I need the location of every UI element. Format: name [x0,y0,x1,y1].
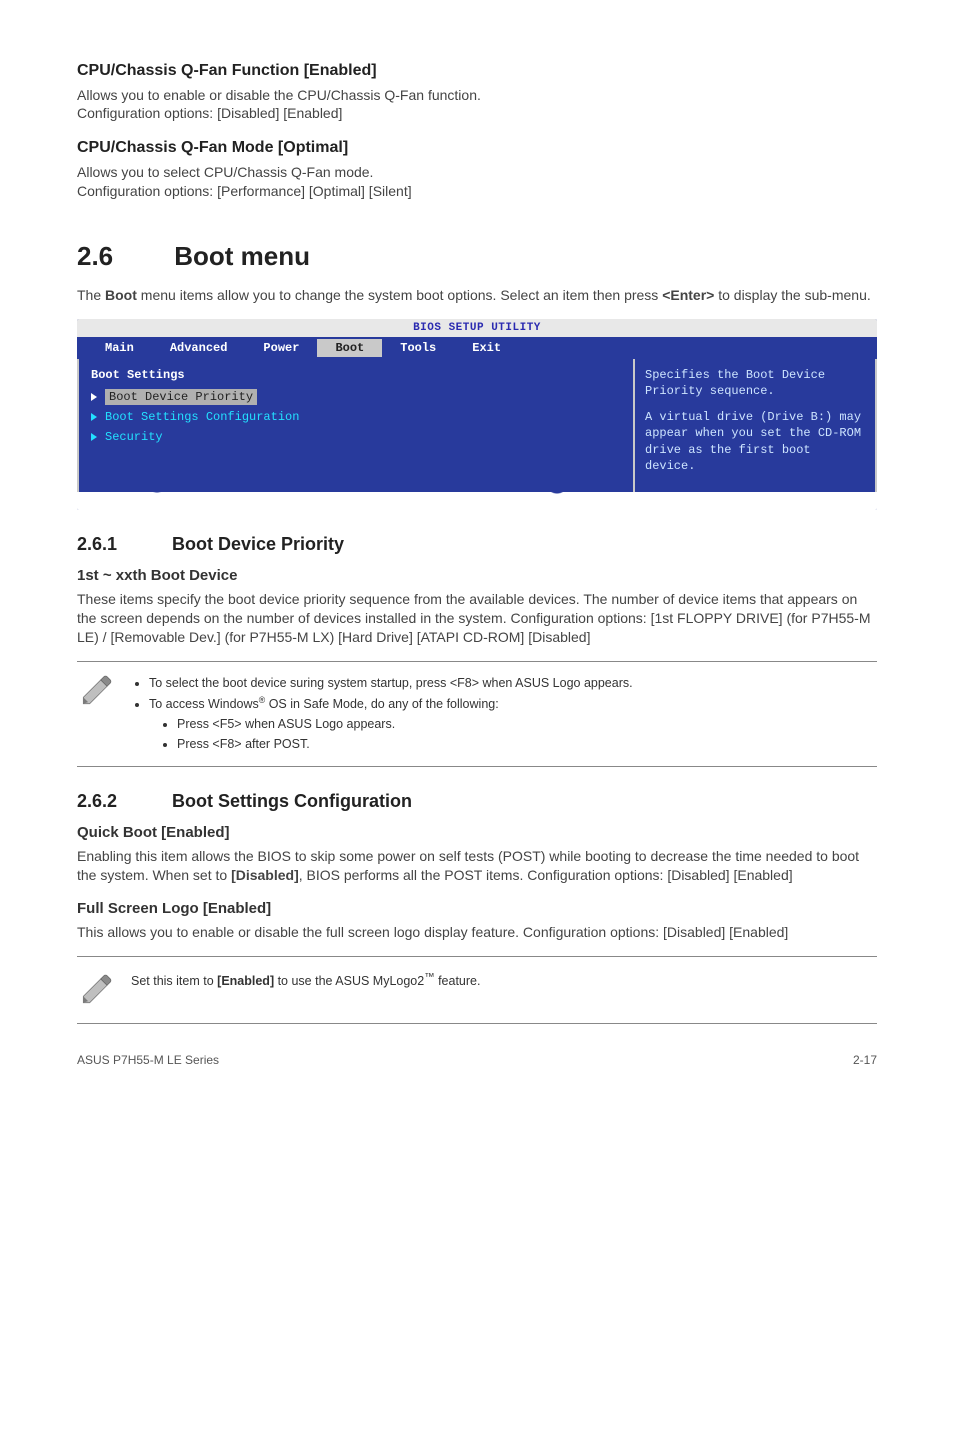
t-bold: [Disabled] [231,867,299,883]
section-number: 2.6.1 [77,532,167,556]
t-bold: Boot [105,287,137,303]
section-number: 2.6.2 [77,789,167,813]
bios-left-pane: Boot Settings Boot Device Priority Boot S… [79,359,635,492]
text-boot-device: These items specify the boot device prio… [77,590,877,647]
bios-item: Boot Settings Configuration [91,409,621,425]
bios-menu-tools: Tools [382,339,454,357]
trademark-icon: ™ [424,972,434,983]
t: OS in Safe Mode, do any of the following… [265,697,498,711]
footer-right: 2-17 [853,1052,877,1068]
t: to display the sub-menu. [714,287,870,303]
bios-left-heading: Boot Settings [91,367,621,383]
note-block-1: To select the boot device suring system … [77,661,877,767]
line: Allows you to select CPU/Chassis Q-Fan m… [77,164,373,180]
chevron-right-icon [91,413,97,421]
chevron-right-icon [91,433,97,441]
footer-left: ASUS P7H55-M LE Series [77,1052,219,1068]
note-text: To select the boot device suring system … [131,672,877,756]
bios-item: Boot Device Priority [91,389,621,405]
t-key: <Enter> [662,287,714,303]
section-2-6-intro: The Boot menu items allow you to change … [77,286,877,305]
heading-boot-device: 1st ~ xxth Boot Device [77,566,877,586]
note-bullet: To select the boot device suring system … [149,675,877,692]
note-text: Set this item to [Enabled] to use the AS… [131,971,877,990]
note-sub-bullet: Press <F8> after POST. [177,736,877,753]
t: Set this item to [131,974,217,988]
section-title: Boot Device Priority [172,534,344,554]
section-2-6-heading: 2.6 Boot menu [77,239,877,274]
note-block-2: Set this item to [Enabled] to use the AS… [77,956,877,1024]
t: feature. [435,974,481,988]
bios-screenshot: BIOS SETUP UTILITY MainAdvancedPowerBoot… [77,319,877,510]
section-title: Boot menu [174,241,310,271]
bios-item-label: Boot Settings Configuration [105,409,299,425]
section-number: 2.6 [77,239,167,274]
t: The [77,287,105,303]
heading-quick-boot: Quick Boot [Enabled] [77,823,877,843]
text-qfan-mode: Allows you to select CPU/Chassis Q-Fan m… [77,163,877,201]
bios-item-label: Security [105,429,163,445]
bios-menu-exit: Exit [454,339,519,357]
line: Configuration options: [Performance] [Op… [77,183,412,199]
text-quick-boot: Enabling this item allows the BIOS to sk… [77,847,877,885]
text-qfan-function: Allows you to enable or disable the CPU/… [77,86,877,124]
bios-title: BIOS SETUP UTILITY [77,319,877,337]
line: Configuration options: [Disabled] [Enabl… [77,105,342,121]
note-sub-bullet: Press <F5> when ASUS Logo appears. [177,716,877,733]
heading-full-screen-logo: Full Screen Logo [Enabled] [77,899,877,919]
bios-item-label: Boot Device Priority [105,389,257,405]
section-title: Boot Settings Configuration [172,791,412,811]
bios-menu-boot: Boot [317,339,382,357]
heading-qfan-mode: CPU/Chassis Q-Fan Mode [Optimal] [77,137,877,159]
note-bullet: To access Windows® OS in Safe Mode, do a… [149,695,877,753]
bios-help-1: Specifies the Boot Device Priority seque… [645,367,865,399]
bios-right-pane: Specifies the Boot Device Priority seque… [635,359,875,492]
line: Allows you to enable or disable the CPU/… [77,87,481,103]
t: menu items allow you to change the syste… [137,287,662,303]
bios-item: Security [91,429,621,445]
pencil-icon [77,971,115,1009]
t: , BIOS performs all the POST items. Conf… [299,867,793,883]
section-2-6-2-heading: 2.6.2 Boot Settings Configuration [77,789,877,813]
bios-cut-edge [77,492,877,510]
t: to use the ASUS MyLogo2 [274,974,424,988]
pencil-icon [77,672,115,710]
bios-menu-power: Power [245,339,317,357]
section-2-6-1-heading: 2.6.1 Boot Device Priority [77,532,877,556]
page-footer: ASUS P7H55-M LE Series 2-17 [77,1052,877,1068]
bios-menu-advanced: Advanced [152,339,246,357]
chevron-right-icon [91,393,97,401]
bios-menubar: MainAdvancedPowerBootToolsExit [77,337,877,359]
heading-qfan-function: CPU/Chassis Q-Fan Function [Enabled] [77,60,877,82]
t-bold: [Enabled] [217,974,274,988]
bios-help-2: A virtual drive (Drive B:) may appear wh… [645,409,865,474]
t: To access Windows [149,697,259,711]
text-full-screen-logo: This allows you to enable or disable the… [77,923,877,942]
bios-menu-main: Main [87,339,152,357]
bios-panes: Boot Settings Boot Device Priority Boot S… [77,359,877,492]
